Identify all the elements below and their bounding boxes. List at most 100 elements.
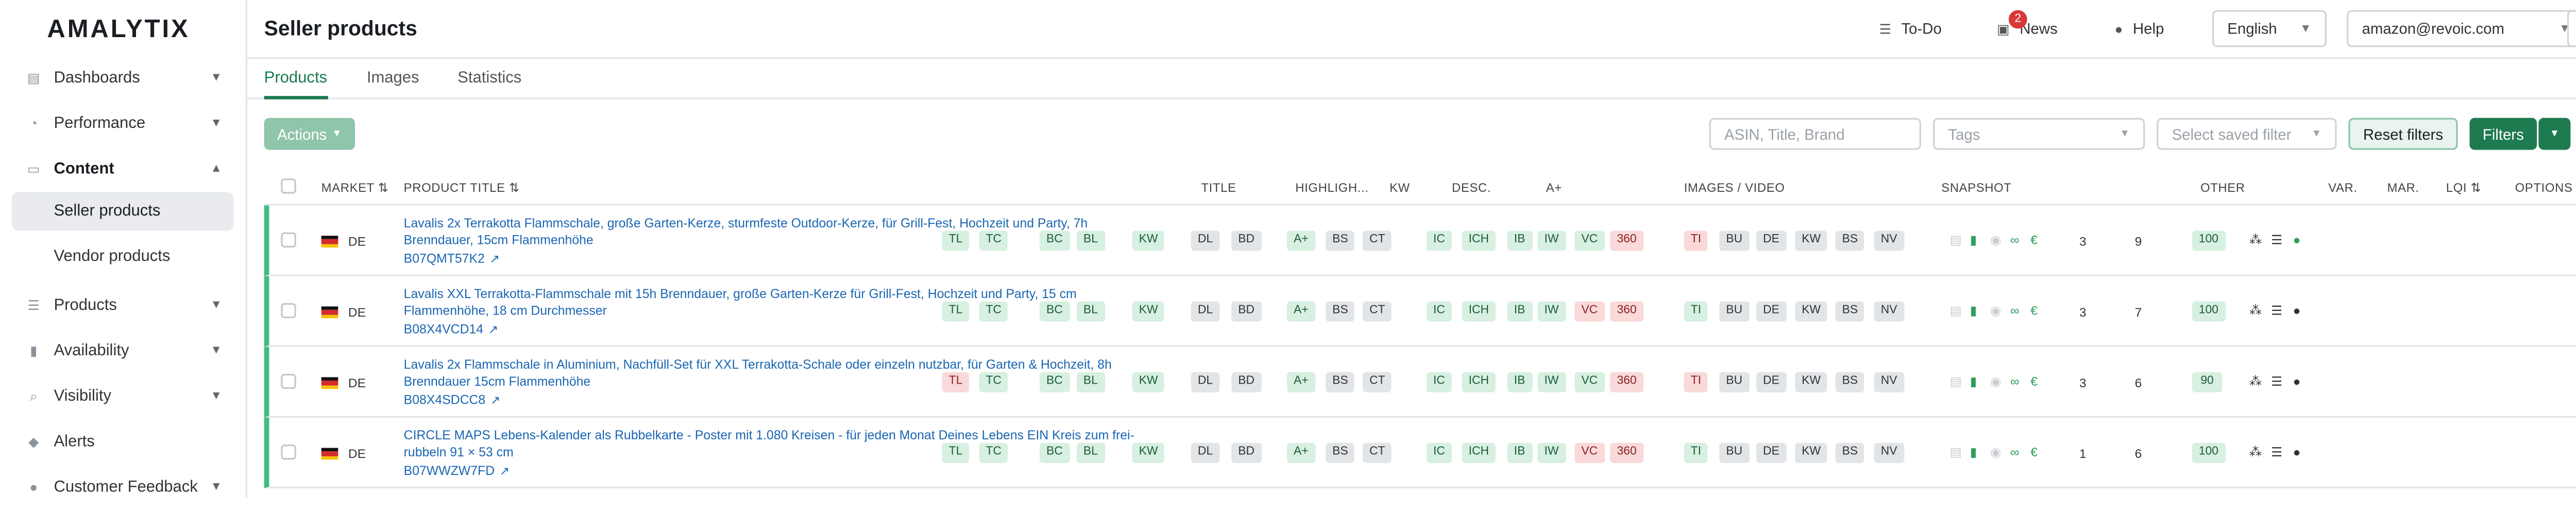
status-tag[interactable]: BS — [1326, 442, 1355, 463]
col-aplus[interactable]: A+ — [1546, 180, 1562, 195]
status-tag[interactable]: BU — [1719, 301, 1750, 322]
status-tag[interactable]: 360 — [1609, 442, 1644, 463]
file-icon[interactable]: ▮ — [1970, 303, 1977, 318]
status-tag[interactable]: IC — [1426, 301, 1452, 322]
status-tag[interactable]: A+ — [1286, 442, 1315, 463]
status-tag[interactable]: DL — [1191, 372, 1220, 392]
status-tag[interactable]: DL — [1191, 442, 1220, 463]
sidebar-item-products[interactable]: ☰ Products ▼ — [0, 283, 247, 328]
table-row[interactable]: DE Lavalis 2x Flammschale in Aluminium, N… — [264, 347, 2576, 418]
status-tag[interactable]: 360 — [1609, 301, 1644, 322]
status-tag[interactable]: KW — [1132, 231, 1165, 251]
status-tag[interactable]: BS — [1326, 231, 1355, 251]
status-tag[interactable]: ICH — [1462, 301, 1496, 322]
select-all-checkbox[interactable] — [281, 178, 296, 194]
status-tag[interactable]: IC — [1426, 442, 1452, 463]
filters-dropdown-button[interactable]: ▼ — [2538, 118, 2571, 150]
lqi-score[interactable]: 100 — [2192, 231, 2225, 251]
account-select[interactable]: amazon@revoic.com ▼ — [2347, 10, 2576, 47]
asin-link[interactable]: B07WWZW7FD ↗ — [404, 463, 510, 478]
sidebar-item-customer-feedback[interactable]: ● Customer Feedback ▼ — [0, 465, 247, 510]
status-tag[interactable]: BL — [1076, 372, 1105, 392]
status-tag[interactable]: KW — [1132, 372, 1165, 392]
saved-filter-select[interactable]: Select saved filter ▼ — [2157, 118, 2337, 150]
status-tag[interactable]: VC — [1574, 372, 1605, 392]
sidebar-item-availability[interactable]: ▮ Availability ▼ — [0, 328, 247, 374]
status-tag[interactable]: DE — [1756, 231, 1786, 251]
sidebar-item-dashboards[interactable]: ▤ Dashboards ▼ — [0, 56, 247, 101]
lqi-score[interactable]: 100 — [2192, 442, 2225, 463]
list-icon[interactable]: ☰ — [2271, 445, 2282, 459]
status-tag[interactable]: IW — [1537, 301, 1566, 322]
news-link[interactable]: ▣ News 2 — [1997, 10, 2058, 47]
status-tag[interactable]: KW — [1132, 442, 1165, 463]
status-tag[interactable]: TL — [942, 231, 970, 251]
status-tag[interactable]: BL — [1076, 231, 1105, 251]
col-other[interactable]: OTHER — [2200, 180, 2245, 195]
tab-products[interactable]: Products — [264, 69, 328, 100]
sidebar-item-performance[interactable]: ◔ Performance ▼ — [0, 101, 247, 146]
status-tag[interactable]: BC — [1039, 442, 1070, 463]
document-icon[interactable]: ▤ — [1950, 233, 1961, 248]
col-title[interactable]: TITLE — [1201, 180, 1236, 195]
status-tag[interactable]: TC — [979, 372, 1009, 392]
status-tag[interactable]: IB — [1507, 442, 1532, 463]
list-icon[interactable]: ☰ — [2271, 374, 2282, 389]
tree-icon[interactable]: ⁂ — [2249, 445, 2262, 459]
status-tag[interactable]: TL — [942, 372, 970, 392]
lqi-score[interactable]: 100 — [2192, 301, 2225, 322]
status-tag[interactable]: NV — [1874, 301, 1904, 322]
file-icon[interactable]: ▮ — [1970, 233, 1977, 248]
col-mar[interactable]: MAR. — [2387, 180, 2419, 195]
status-tag[interactable]: TL — [942, 301, 970, 322]
sidebar-item-visibility[interactable]: ⌕ Visibility ▼ — [0, 374, 247, 419]
sidebar-subitem-vendor-products[interactable]: Vendor products — [12, 237, 234, 276]
status-tag[interactable]: BL — [1076, 442, 1105, 463]
status-tag[interactable]: BU — [1719, 442, 1750, 463]
status-tag[interactable]: IW — [1537, 231, 1566, 251]
status-tag[interactable]: BS — [1835, 442, 1865, 463]
col-lqi[interactable]: LQI ⇅ — [2446, 180, 2481, 195]
actions-button[interactable]: Actions ▼ — [264, 118, 355, 150]
status-tag[interactable]: TI — [1684, 231, 1708, 251]
list-icon[interactable]: ☰ — [2271, 303, 2282, 318]
document-icon[interactable]: ▤ — [1950, 445, 1961, 459]
col-product-title[interactable]: PRODUCT TITLE ⇅ — [404, 180, 520, 195]
globe-icon[interactable]: ◉ — [1990, 303, 2001, 318]
status-tag[interactable]: VC — [1574, 231, 1605, 251]
comment-icon[interactable]: ● — [2293, 445, 2301, 459]
sidebar-item-alerts[interactable]: ◆ Alerts — [0, 419, 247, 465]
globe-icon[interactable]: ◉ — [1990, 233, 2001, 248]
status-tag[interactable]: BS — [1326, 372, 1355, 392]
globe-icon[interactable]: ◉ — [1990, 374, 2001, 389]
status-tag[interactable]: TL — [942, 442, 970, 463]
tree-icon[interactable]: ⁂ — [2249, 374, 2262, 389]
status-tag[interactable]: CT — [1362, 442, 1392, 463]
globe-icon[interactable]: ◉ — [1990, 445, 2001, 459]
status-tag[interactable]: DE — [1756, 372, 1786, 392]
asin-link[interactable]: B08X4VCD14 ↗ — [404, 322, 498, 337]
status-tag[interactable]: CT — [1362, 372, 1392, 392]
logout-button[interactable]: ⇥ — [2567, 10, 2576, 47]
tree-icon[interactable]: ⁂ — [2249, 303, 2262, 318]
status-tag[interactable]: NV — [1874, 231, 1904, 251]
status-tag[interactable]: CT — [1362, 301, 1392, 322]
status-tag[interactable]: KW — [1795, 301, 1828, 322]
col-kw[interactable]: KW — [1389, 180, 1410, 195]
status-tag[interactable]: BC — [1039, 301, 1070, 322]
status-tag[interactable]: DE — [1756, 301, 1786, 322]
status-tag[interactable]: CT — [1362, 231, 1392, 251]
status-tag[interactable]: IW — [1537, 442, 1566, 463]
status-tag[interactable]: IB — [1507, 301, 1532, 322]
euro-icon[interactable]: € — [2030, 374, 2038, 389]
row-checkbox[interactable] — [281, 303, 296, 319]
status-tag[interactable]: NV — [1874, 372, 1904, 392]
status-tag[interactable]: DL — [1191, 231, 1220, 251]
status-tag[interactable]: 360 — [1609, 372, 1644, 392]
brand-logo[interactable]: AMALYTIX — [47, 15, 190, 44]
col-highlights[interactable]: HIGHLIGH... — [1295, 180, 1368, 195]
asin-link[interactable]: B08X4SDCC8 ↗ — [404, 392, 500, 407]
status-tag[interactable]: BS — [1326, 301, 1355, 322]
status-tag[interactable]: BS — [1835, 231, 1865, 251]
status-tag[interactable]: TC — [979, 442, 1009, 463]
